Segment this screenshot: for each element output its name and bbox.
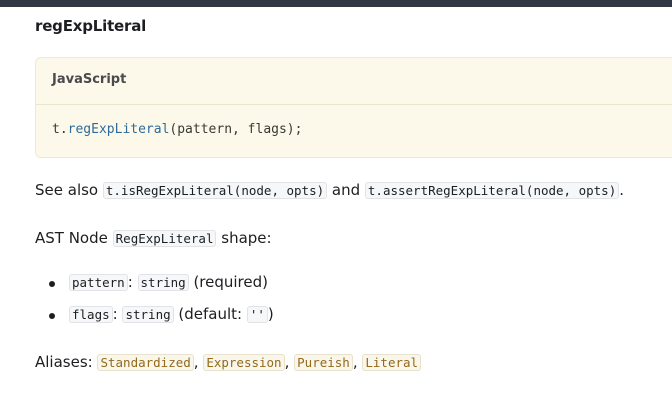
alias-code: Expression [203, 354, 285, 371]
see-also-middle: and [327, 181, 365, 199]
code-block: JavaScript t.regExpLiteral(pattern, flag… [35, 57, 672, 158]
field-note: (required) [188, 273, 268, 291]
shape-paragraph: AST Node RegExpLiteral shape: [35, 229, 272, 247]
alias-code: Standardized [97, 354, 194, 371]
see-also-prefix: See also [35, 181, 103, 199]
list-item: flags: string (default: '') [35, 305, 274, 337]
field-type: string [122, 306, 174, 323]
see-also-paragraph: See also t.isRegExpLiteral(node, opts) a… [35, 181, 624, 199]
alias-separator: , [284, 353, 295, 371]
code-method: regExpLiteral [67, 122, 170, 137]
alias-separator: , [352, 353, 363, 371]
alias-separator: , [193, 353, 204, 371]
shape-node-code: RegExpLiteral [112, 230, 217, 247]
code-prefix: t. [52, 122, 68, 137]
shape-suffix: shape: [216, 229, 272, 247]
top-navbar-strip [0, 0, 672, 7]
code-args: (pattern, flags); [169, 122, 303, 137]
field-note: (default: [173, 305, 247, 323]
shape-prefix: AST Node [35, 229, 113, 247]
field-sep: : [112, 305, 123, 323]
list-item: pattern: string (required) [35, 273, 274, 305]
field-note-end: ) [267, 305, 274, 323]
code-block-code: t.regExpLiteral(pattern, flags); [52, 122, 302, 137]
aliases-label: Aliases: [35, 353, 98, 371]
alias-code: Pureish [294, 354, 353, 371]
field-name: flags [69, 306, 113, 323]
field-default-code: '' [246, 306, 268, 323]
field-name: pattern [69, 274, 128, 291]
section-heading: regExpLiteral [35, 17, 147, 35]
alias-code: Literal [362, 354, 422, 371]
aliases-paragraph: Aliases: Standardized, Expression, Purei… [35, 353, 422, 371]
bullet-dot [49, 313, 55, 319]
code-block-divider [36, 104, 672, 105]
field-list: pattern: string (required) flags: string… [35, 273, 274, 337]
see-also-code-is: t.isRegExpLiteral(node, opts) [102, 182, 328, 199]
see-also-code-assert: t.assertRegExpLiteral(node, opts) [364, 182, 620, 199]
field-type: string [137, 274, 189, 291]
field-sep: : [127, 273, 138, 291]
code-block-language: JavaScript [52, 72, 127, 87]
see-also-suffix: . [619, 181, 625, 199]
bullet-dot [49, 281, 55, 287]
